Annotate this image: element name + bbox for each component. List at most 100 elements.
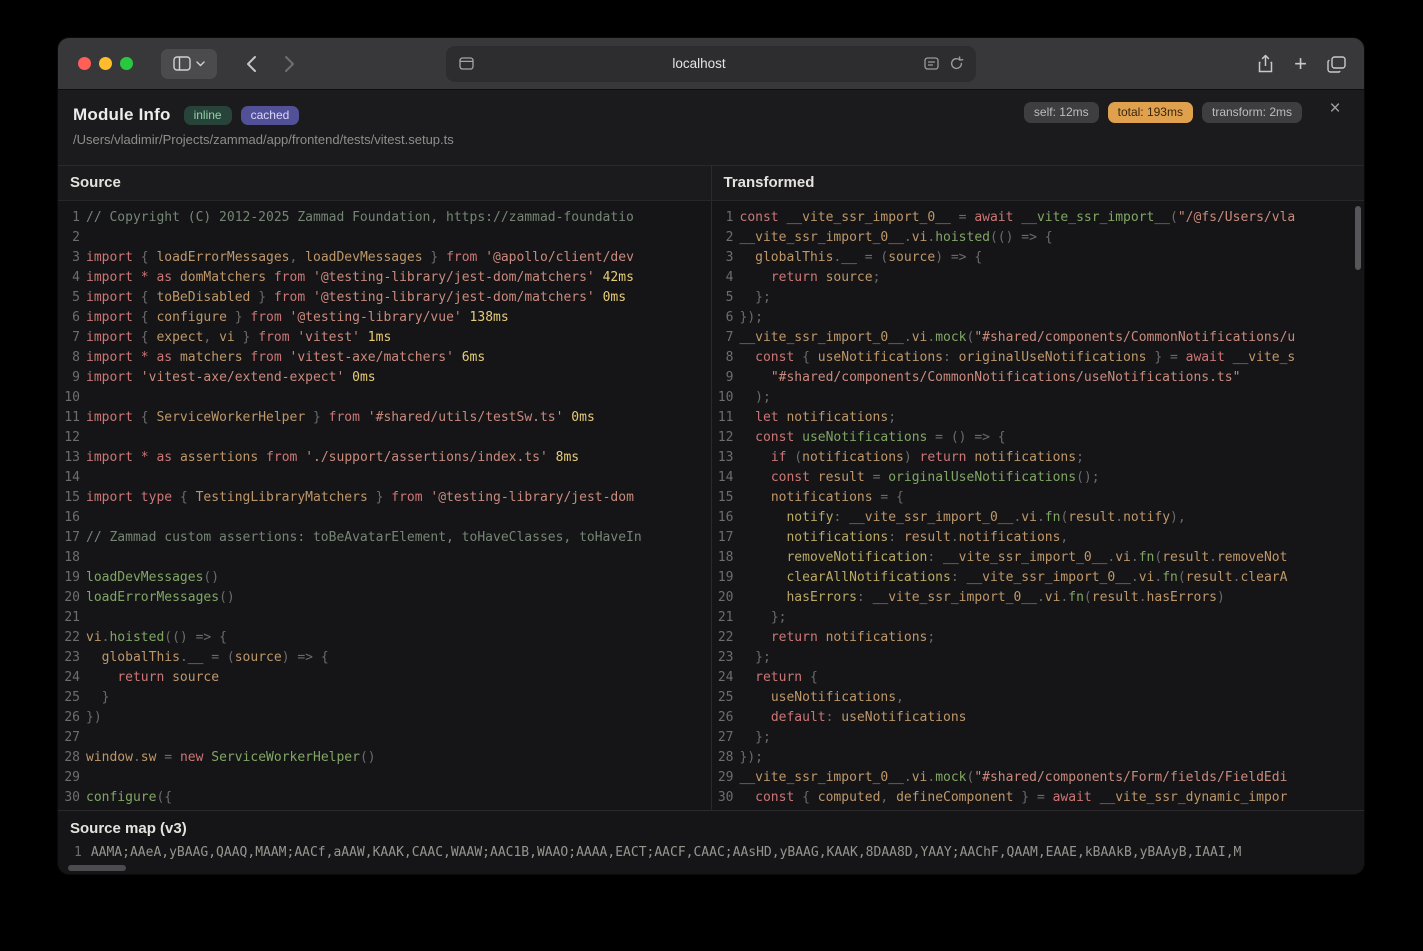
line-number: 22 — [58, 628, 86, 648]
share-icon[interactable] — [1257, 54, 1274, 74]
back-button[interactable] — [239, 50, 263, 78]
code-line: 12 const useNotifications = () => { — [712, 428, 1365, 448]
close-icon[interactable]: × — [1322, 96, 1348, 122]
translate-icon[interactable] — [924, 57, 939, 70]
code-line: 1// Copyright (C) 2012-2025 Zammad Found… — [58, 208, 711, 228]
address-bar[interactable]: localhost — [446, 46, 976, 82]
line-number: 28 — [712, 748, 740, 768]
line-number: 1 — [712, 208, 740, 228]
line-number: 29 — [712, 768, 740, 788]
url-text[interactable]: localhost — [474, 56, 924, 71]
source-panel-title: Source — [58, 166, 711, 201]
line-number: 28 — [58, 748, 86, 768]
timing-badge: transform: 2ms — [1202, 102, 1302, 123]
code-line: 4import * as domMatchers from '@testing-… — [58, 268, 711, 288]
line-number: 4 — [712, 268, 740, 288]
code-line: 16 — [58, 508, 711, 528]
code-line: 27 — [58, 728, 711, 748]
code-line: 23 }; — [712, 648, 1365, 668]
line-number: 27 — [712, 728, 740, 748]
code-line: 22 return notifications; — [712, 628, 1365, 648]
new-tab-icon[interactable]: + — [1294, 53, 1307, 75]
code-line: 18 — [58, 548, 711, 568]
line-number: 26 — [58, 708, 86, 728]
code-line: 16 notify: __vite_ssr_import_0__.vi.fn(r… — [712, 508, 1365, 528]
vertical-scrollbar[interactable] — [1355, 206, 1361, 270]
line-number: 30 — [58, 788, 86, 808]
horizontal-scrollbar[interactable] — [68, 865, 126, 871]
line-number: 12 — [58, 428, 86, 448]
code-line: 1const __vite_ssr_import_0__ = await __v… — [712, 208, 1365, 228]
chevron-down-icon — [196, 61, 205, 67]
module-path: /Users/vladimir/Projects/zammad/app/fron… — [73, 132, 1348, 147]
line-number: 24 — [58, 668, 86, 688]
code-line: 11import { ServiceWorkerHelper } from '#… — [58, 408, 711, 428]
code-line: 22vi.hoisted(() => { — [58, 628, 711, 648]
line-number: 27 — [58, 728, 86, 748]
timing-badges: self: 12mstotal: 193mstransform: 2ms — [1024, 102, 1302, 123]
code-line: 9import 'vitest-axe/extend-expect' 0ms — [58, 368, 711, 388]
code-line: 14 — [58, 468, 711, 488]
line-number: 5 — [712, 288, 740, 308]
zoom-window-button[interactable] — [120, 57, 133, 70]
line-number: 22 — [712, 628, 740, 648]
line-number: 4 — [58, 268, 86, 288]
code-line: 3import { loadErrorMessages, loadDevMess… — [58, 248, 711, 268]
line-number: 1 — [58, 208, 86, 228]
page-settings-icon[interactable] — [459, 57, 474, 70]
line-number: 15 — [712, 488, 740, 508]
code-line: 19loadDevMessages() — [58, 568, 711, 588]
line-number: 13 — [58, 448, 86, 468]
code-line: 27 }; — [712, 728, 1365, 748]
forward-button[interactable] — [277, 50, 301, 78]
code-line: 29 — [58, 768, 711, 788]
transformed-panel-title: Transformed — [712, 166, 1365, 201]
code-line: 21 }; — [712, 608, 1365, 628]
close-window-button[interactable] — [78, 57, 91, 70]
line-number: 11 — [712, 408, 740, 428]
sidebar-toggle-button[interactable] — [161, 49, 217, 79]
code-line: 8 const { useNotifications: originalUseN… — [712, 348, 1365, 368]
sidebar-icon — [173, 56, 191, 71]
line-number: 25 — [712, 688, 740, 708]
sourcemap-line-number: 1 — [74, 844, 91, 862]
sourcemap-section: Source map (v3) 1 AAMA;AAeA,yBAAG,QAAQ,M… — [58, 810, 1364, 874]
tab-overview-icon[interactable] — [1327, 56, 1346, 73]
code-line: 13import * as assertions from './support… — [58, 448, 711, 468]
line-number: 23 — [712, 648, 740, 668]
transformed-code: 1const __vite_ssr_import_0__ = await __v… — [712, 201, 1365, 810]
window-controls — [78, 57, 133, 70]
code-line: 7__vite_ssr_import_0__.vi.mock("#shared/… — [712, 328, 1365, 348]
line-number: 2 — [58, 228, 86, 248]
line-number: 30 — [712, 788, 740, 808]
line-number: 12 — [712, 428, 740, 448]
line-number: 19 — [712, 568, 740, 588]
code-line: 25 useNotifications, — [712, 688, 1365, 708]
browser-window: localhost — [58, 38, 1364, 874]
line-number: 6 — [712, 308, 740, 328]
reload-icon[interactable] — [949, 56, 964, 71]
code-line: 5 }; — [712, 288, 1365, 308]
line-number: 29 — [58, 768, 86, 788]
code-line: 12 — [58, 428, 711, 448]
code-line: 3 globalThis.__ = (source) => { — [712, 248, 1365, 268]
line-number: 23 — [58, 648, 86, 668]
code-panels: Source 1// Copyright (C) 2012-2025 Zamma… — [58, 166, 1364, 810]
code-line: 4 return source; — [712, 268, 1365, 288]
module-badge: inline — [184, 106, 232, 125]
code-line: 9 "#shared/components/CommonNotification… — [712, 368, 1365, 388]
code-line: 2 — [58, 228, 711, 248]
line-number: 10 — [712, 388, 740, 408]
line-number: 8 — [58, 348, 86, 368]
code-line: 11 let notifications; — [712, 408, 1365, 428]
code-line: 19 clearAllNotifications: __vite_ssr_imp… — [712, 568, 1365, 588]
vite-inspect-page: Module Info inlinecached /Users/vladimir… — [58, 90, 1364, 874]
line-number: 6 — [58, 308, 86, 328]
minimize-window-button[interactable] — [99, 57, 112, 70]
source-panel: Source 1// Copyright (C) 2012-2025 Zamma… — [58, 166, 712, 810]
address-bar-icons — [924, 56, 964, 71]
code-line: 28}); — [712, 748, 1365, 768]
module-badges: inlinecached — [184, 106, 300, 125]
code-line: 28window.sw = new ServiceWorkerHelper() — [58, 748, 711, 768]
browser-toolbar: localhost — [58, 38, 1364, 90]
